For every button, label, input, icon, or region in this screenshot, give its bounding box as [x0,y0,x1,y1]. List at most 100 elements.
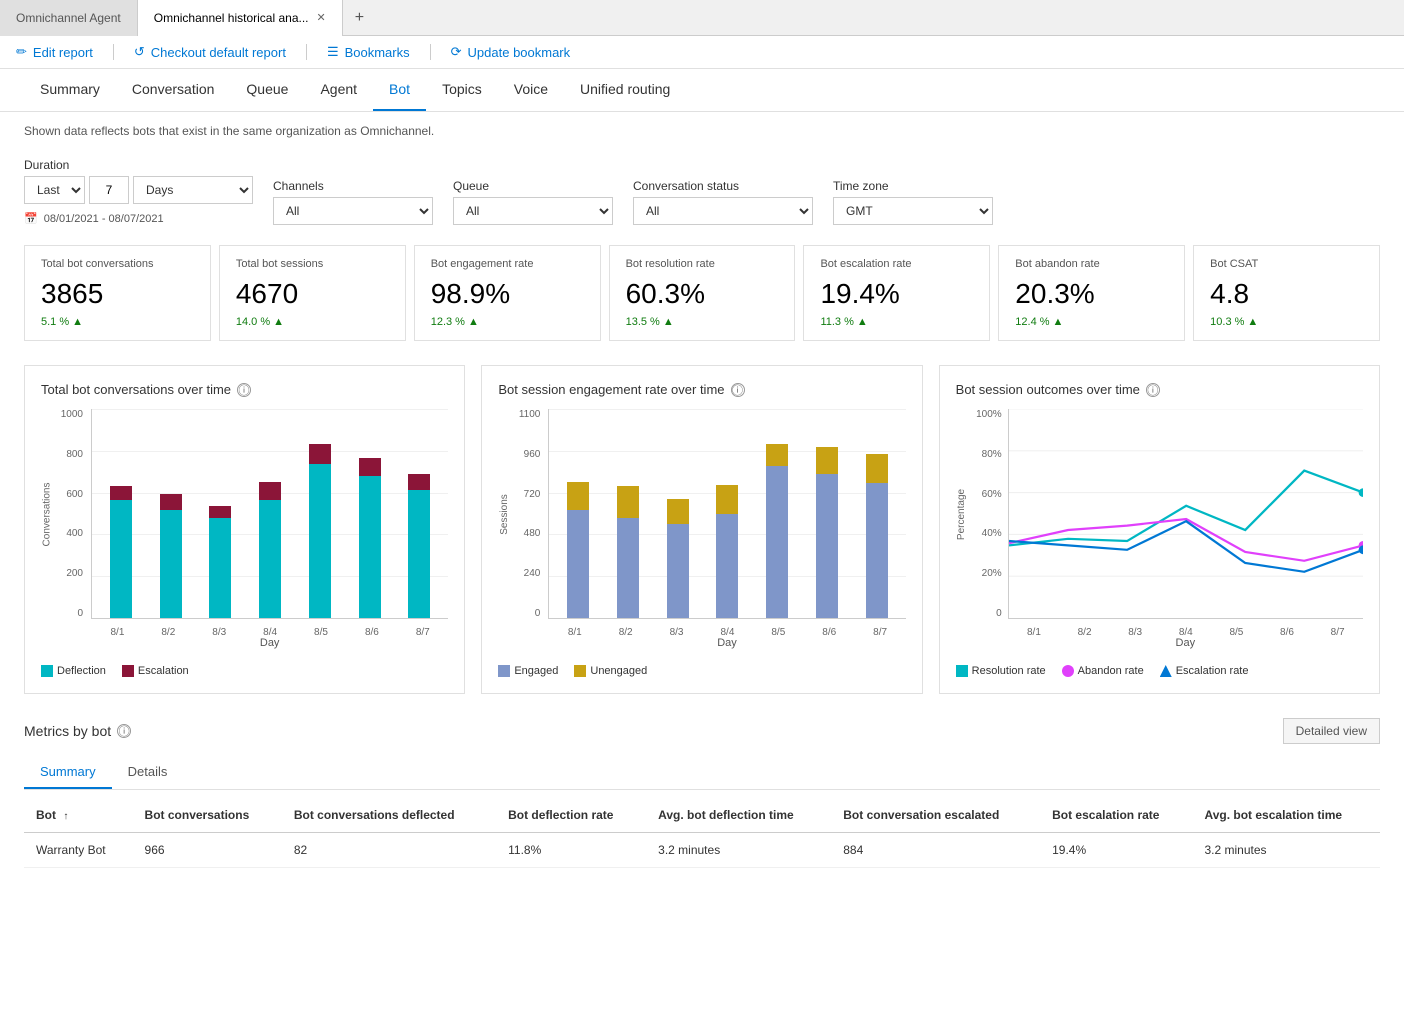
conversation-status-select[interactable]: All [633,197,813,225]
table-row: Warranty Bot 966 82 11.8% 3.2 minutes 88… [24,833,1380,868]
nav-tab-summary[interactable]: Summary [24,69,116,111]
cell-escalated: 884 [831,833,1040,868]
table-body: Warranty Bot 966 82 11.8% 3.2 minutes 88… [24,833,1380,868]
nav-tab-agent[interactable]: Agent [304,69,373,111]
chart1-bar-6 [356,458,384,618]
col-bot-escalation-rate[interactable]: Bot escalation rate [1040,798,1192,833]
timezone-select[interactable]: GMT [833,197,993,225]
chart3-y-axis: 100% 80% 60% 40% 20% 0 [970,409,1006,619]
duration-preset-select[interactable]: Last [24,176,85,204]
toolbar: ✏ Edit report ↺ Checkout default report … [0,36,1404,69]
cell-avg-deflection-time: 3.2 minutes [646,833,831,868]
cell-escalation-rate: 19.4% [1040,833,1192,868]
trend-up-icon-3: ▲ [663,316,674,328]
browser-tab-historical[interactable]: Omnichannel historical ana... ✕ [138,0,343,36]
nav-tab-unified-routing[interactable]: Unified routing [564,69,686,111]
trend-up-icon-4: ▲ [857,316,868,328]
chart2-legend-unengaged: Unengaged [574,665,647,677]
add-tab-button[interactable]: + [343,9,376,27]
bookmarks-button[interactable]: ☰ Bookmarks [327,44,410,60]
chart1-bar-1 [107,486,135,618]
detailed-view-button[interactable]: Detailed view [1283,718,1380,744]
channels-select[interactable]: All [273,197,433,225]
kpi-section: Total bot conversations 3865 5.1 % ▲ Tot… [0,237,1404,357]
edit-report-button[interactable]: ✏ Edit report [16,44,93,60]
nav-tab-queue[interactable]: Queue [230,69,304,111]
kpi-change-0: 5.1 % ▲ [41,316,194,328]
charts-section: Total bot conversations over time ⓘ Conv… [0,357,1404,710]
chart3-y-label: Percentage [956,488,967,539]
trend-up-icon-5: ▲ [1053,316,1064,328]
kpi-change-2: 12.3 % ▲ [431,316,584,328]
cell-bot-name: Warranty Bot [24,833,133,868]
checkout-report-button[interactable]: ↺ Checkout default report [134,44,286,60]
chart1-bar-5 [306,444,334,618]
kpi-bot-resolution-rate: Bot resolution rate 60.3% 13.5 % ▲ [609,245,796,341]
chart1-legend: Deflection Escalation [41,665,448,677]
kpi-bot-csat: Bot CSAT 4.8 10.3 % ▲ [1193,245,1380,341]
chart1-bar-3 [206,506,234,618]
chart-bot-session-engagement: Bot session engagement rate over time ⓘ … [481,365,922,694]
table-header-row: Bot ↑ Bot conversations Bot conversation… [24,798,1380,833]
pencil-icon: ✏ [16,44,27,60]
chart1-bars [92,409,448,618]
chart3-legend: Resolution rate Abandon rate Escalation … [956,665,1363,677]
chart2-info-icon[interactable]: ⓘ [731,383,745,397]
chart1-area: 8/1 8/2 8/3 8/4 8/5 8/6 8/7 [91,409,448,619]
browser-tab-agent[interactable]: Omnichannel Agent [0,0,138,36]
kpi-bot-engagement-rate: Bot engagement rate 98.9% 12.3 % ▲ [414,245,601,341]
bookmark-icon: ☰ [327,44,339,60]
col-bot-deflection-rate[interactable]: Bot deflection rate [496,798,646,833]
duration-filter: Duration Last Days 📅 08/01/2021 - 08/07/… [24,158,253,225]
chart1-y-axis: 1000 800 600 400 200 0 [55,409,87,619]
kpi-change-4: 11.3 % ▲ [820,316,973,328]
trend-up-icon-6: ▲ [1247,316,1258,328]
kpi-change-1: 14.0 % ▲ [236,316,389,328]
chart1-info-icon[interactable]: ⓘ [237,383,251,397]
queue-select[interactable]: All [453,197,613,225]
col-bot-conversation-escalated[interactable]: Bot conversation escalated [831,798,1040,833]
duration-unit-select[interactable]: Days [133,176,253,204]
chart2-area: 8/1 8/2 8/3 8/4 8/5 8/6 8/7 [548,409,905,619]
col-bot-conversations-deflected[interactable]: Bot conversations deflected [282,798,496,833]
nav-tab-bot[interactable]: Bot [373,69,426,111]
duration-value-input[interactable] [89,176,129,204]
reset-icon: ↺ [134,44,145,60]
chart3-legend-abandon: Abandon rate [1062,665,1144,677]
nav-tab-voice[interactable]: Voice [498,69,564,111]
col-bot-conversations[interactable]: Bot conversations [133,798,282,833]
filters-section: Duration Last Days 📅 08/01/2021 - 08/07/… [0,150,1404,237]
chart2-legend: Engaged Unengaged [498,665,905,677]
trend-up-icon-1: ▲ [273,316,284,328]
kpi-bot-escalation-rate: Bot escalation rate 19.4% 11.3 % ▲ [803,245,990,341]
col-bot[interactable]: Bot ↑ [24,798,133,833]
nav-tab-topics[interactable]: Topics [426,69,498,111]
update-bookmark-button[interactable]: ⟳ Update bookmark [451,44,571,60]
toolbar-separator-2 [306,44,307,60]
chart3-info-icon[interactable]: ⓘ [1146,383,1160,397]
chart1-legend-deflection: Deflection [41,665,106,677]
col-avg-bot-escalation-time[interactable]: Avg. bot escalation time [1193,798,1381,833]
chart1-y-label: Conversations [42,482,53,546]
tab-details[interactable]: Details [112,756,184,789]
metrics-table: Bot ↑ Bot conversations Bot conversation… [24,798,1380,868]
chart2-y-axis: 1100 960 720 480 240 0 [512,409,544,619]
trend-up-icon-2: ▲ [468,316,479,328]
close-tab-icon[interactable]: ✕ [317,11,326,24]
chart1-legend-escalation: Escalation [122,665,189,677]
table-head: Bot ↑ Bot conversations Bot conversation… [24,798,1380,833]
cell-avg-escalation-time: 3.2 minutes [1193,833,1381,868]
metrics-info-icon[interactable]: ⓘ [117,724,131,738]
kpi-total-bot-sessions: Total bot sessions 4670 14.0 % ▲ [219,245,406,341]
col-avg-bot-deflection-time[interactable]: Avg. bot deflection time [646,798,831,833]
cell-deflected: 82 [282,833,496,868]
info-bar: Shown data reflects bots that exist in t… [0,112,1404,150]
chart-total-bot-conversations: Total bot conversations over time ⓘ Conv… [24,365,465,694]
nav-tab-conversation[interactable]: Conversation [116,69,231,111]
toolbar-separator-1 [113,44,114,60]
browser-tab-bar: Omnichannel Agent Omnichannel historical… [0,0,1404,36]
toolbar-separator-3 [430,44,431,60]
tab-summary[interactable]: Summary [24,756,112,789]
chart3-legend-resolution: Resolution rate [956,665,1046,677]
kpi-change-3: 13.5 % ▲ [626,316,779,328]
